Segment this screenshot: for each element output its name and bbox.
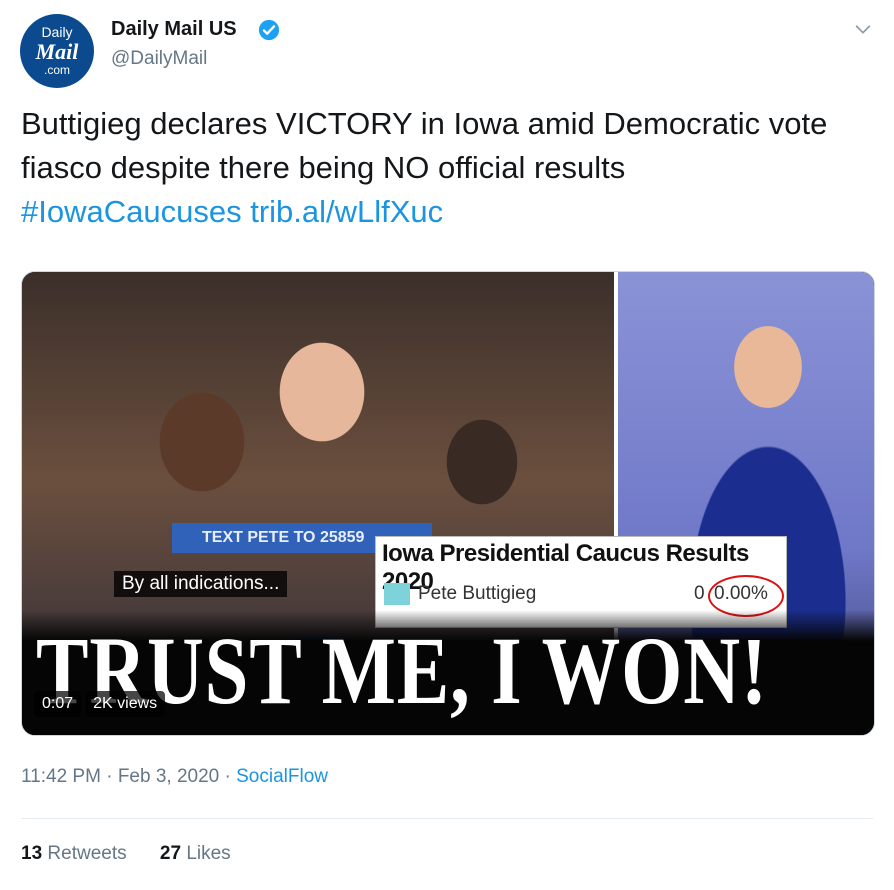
divider [21, 818, 873, 819]
tweet-time[interactable]: 11:42 PM [21, 766, 101, 787]
avatar-line1: Daily [41, 24, 73, 40]
account-name[interactable]: Daily Mail US [111, 18, 237, 41]
tweet-stats: 13 Retweets 27 Likes [21, 843, 259, 865]
duration-badge: 0:07 [34, 691, 82, 717]
tweet-text: Buttigieg declares VICTORY in Iowa amid … [21, 102, 861, 234]
likes-label: Likes [186, 843, 231, 864]
retweets-stat[interactable]: 13 Retweets [21, 843, 132, 864]
views-badge: 2K views [85, 691, 166, 717]
candidate-swatch [384, 583, 410, 605]
tweet-date[interactable]: Feb 3, 2020 [118, 766, 219, 787]
avatar[interactable]: Daily Mail .com [20, 14, 94, 88]
likes-stat[interactable]: 27 Likes [160, 843, 231, 864]
video-badges: 0:07 2K views [34, 691, 166, 717]
likes-count: 27 [159, 843, 182, 864]
candidate-votes: 0 [694, 583, 705, 604]
candidate-name: Pete Buttigieg [418, 583, 537, 604]
avatar-line3: .com [43, 63, 70, 77]
retweets-label: Retweets [47, 843, 127, 864]
avatar-line2: Mail [35, 39, 79, 64]
url-link[interactable]: trib.al/wLlfXuc [250, 194, 443, 229]
video-caption: By all indications... [114, 571, 288, 597]
verified-badge-icon [258, 19, 280, 41]
chevron-down-icon[interactable] [852, 18, 874, 40]
hashtag-link[interactable]: #IowaCaucuses [21, 194, 242, 229]
tweet-meta: 11:42 PM · Feb 3, 2020 · SocialFlow [21, 766, 328, 787]
tweet-source[interactable]: SocialFlow [236, 766, 328, 787]
account-handle[interactable]: @DailyMail [111, 48, 207, 70]
video-media[interactable]: TEXT PETE TO 25859 Iowa Presidential Cau… [21, 271, 875, 736]
tweet-body: Buttigieg declares VICTORY in Iowa amid … [21, 106, 828, 185]
retweets-count: 13 [21, 843, 43, 864]
